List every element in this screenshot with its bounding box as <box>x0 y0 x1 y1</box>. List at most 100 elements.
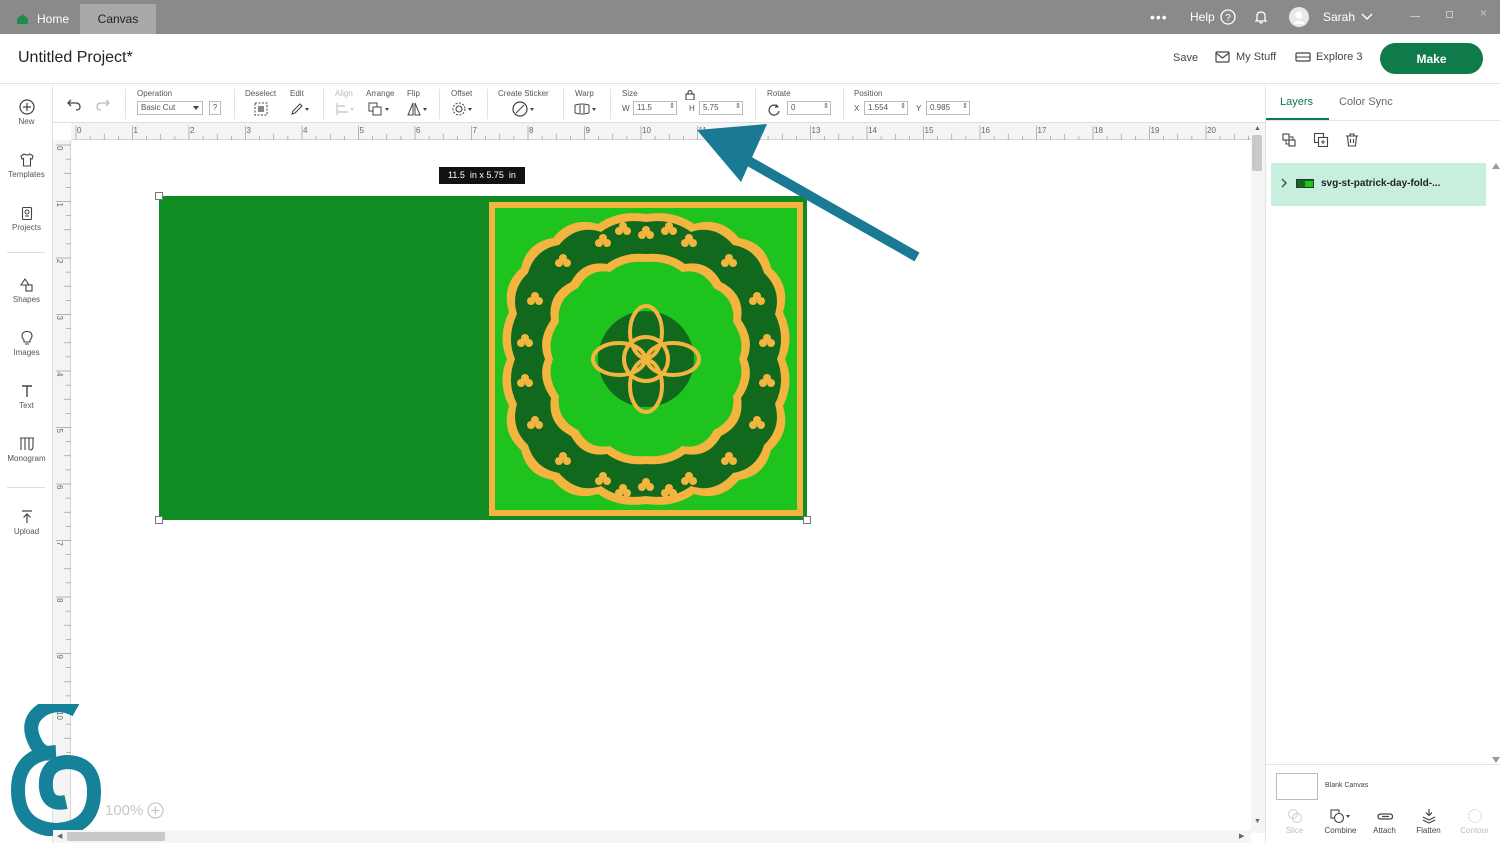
ruler-tick-label: 3 <box>247 126 252 135</box>
ruler-tick-label: 8 <box>55 598 64 603</box>
sidebar-item-templates[interactable]: Templates <box>0 152 53 179</box>
tab-color-sync[interactable]: Color Sync <box>1339 96 1393 108</box>
edit-group[interactable]: Edit <box>290 89 314 121</box>
bell-icon[interactable] <box>1253 9 1269 25</box>
design-canvas[interactable]: 11.5 in x 5.75 in 100% <box>71 124 1251 830</box>
user-menu[interactable]: Sarah <box>1323 10 1373 24</box>
x-position-input[interactable]: 1.554 ⇕ <box>864 101 908 115</box>
tab-layers[interactable]: Layers <box>1280 96 1313 108</box>
warp-label: Warp <box>575 89 594 98</box>
sidebar-item-upload[interactable]: Upload <box>0 509 53 536</box>
help-button[interactable]: Help ? <box>1190 9 1236 25</box>
y-position-input[interactable]: 0.985 ⇕ <box>926 101 970 115</box>
scroll-right-arrow[interactable]: ▶ <box>1239 832 1244 840</box>
sidebar-item-monogram[interactable]: Monogram <box>0 436 53 463</box>
toolbar-separator <box>323 89 324 119</box>
y-label: Y <box>916 104 922 113</box>
group-icon[interactable] <box>1281 132 1297 148</box>
arrange-group[interactable]: Arrange <box>366 89 398 121</box>
blank-canvas-swatch[interactable] <box>1276 773 1318 800</box>
scroll-down-arrow[interactable]: ▼ <box>1254 818 1261 825</box>
close-button[interactable]: × <box>1480 6 1487 20</box>
align-group[interactable]: Align <box>335 89 359 121</box>
undo-icon[interactable] <box>66 97 82 111</box>
scroll-left-arrow[interactable]: ◀ <box>57 832 62 840</box>
sidebar-item-shapes[interactable]: Shapes <box>0 277 53 304</box>
zoom-level[interactable]: 100% <box>105 802 165 819</box>
selection-handle[interactable] <box>155 516 163 524</box>
operation-help-button[interactable]: ? <box>209 101 221 115</box>
flip-group[interactable]: Flip <box>407 89 433 121</box>
vertical-scroll-thumb[interactable] <box>1252 135 1262 171</box>
vertical-scrollbar[interactable]: ▲ ▼ <box>1251 123 1265 833</box>
restore-button[interactable] <box>1446 11 1453 18</box>
clipboard-icon <box>21 206 32 221</box>
ruler-tick-label: 16 <box>981 126 990 135</box>
make-button[interactable]: Make <box>1380 43 1483 74</box>
selection-handle[interactable] <box>155 192 163 200</box>
sidebar-item-images[interactable]: Images <box>0 330 53 357</box>
width-stepper[interactable]: ⇕ <box>669 102 675 110</box>
warp-group[interactable]: Warp <box>574 89 603 121</box>
rotate-stepper[interactable]: ⇕ <box>823 102 829 110</box>
machine-selector[interactable]: Explore 3 <box>1295 51 1362 63</box>
flatten-button[interactable]: Flatten <box>1406 808 1451 835</box>
ruler-tick-label: 6 <box>416 126 421 135</box>
sidebar-label-shapes: Shapes <box>12 295 41 304</box>
redo-icon[interactable] <box>95 97 111 111</box>
ruler-tick-label: 7 <box>55 542 64 547</box>
scroll-up-arrow[interactable]: ▲ <box>1254 125 1261 132</box>
x-stepper[interactable]: ⇕ <box>900 102 906 110</box>
sidebar-item-new[interactable]: New <box>0 99 53 126</box>
panel-scroll-up-icon[interactable] <box>1492 163 1500 169</box>
slice-button[interactable]: Slice <box>1272 808 1317 835</box>
rotate-value: 0 <box>791 103 796 112</box>
ruler-tick-label: 17 <box>1038 126 1047 135</box>
sidebar-label-templates: Templates <box>8 170 45 179</box>
lock-icon[interactable] <box>685 89 695 100</box>
horizontal-scrollbar[interactable]: ◀ ▶ <box>53 830 1251 843</box>
toolbar-separator <box>755 89 756 119</box>
rotate-input[interactable]: 0 ⇕ <box>787 101 831 115</box>
sidebar-item-text[interactable]: Text <box>0 383 53 410</box>
avatar[interactable] <box>1289 7 1309 27</box>
sticker-icon <box>512 101 534 117</box>
height-input[interactable]: 5.75 ⇕ <box>699 101 743 115</box>
minimize-button[interactable] <box>1410 16 1420 17</box>
save-button[interactable]: Save <box>1173 52 1198 64</box>
more-options-icon[interactable]: ••• <box>1150 9 1168 25</box>
horizontal-scroll-thumb[interactable] <box>67 832 165 841</box>
tab-canvas[interactable]: Canvas <box>80 4 156 34</box>
ruler-tick-label: 9 <box>586 126 591 135</box>
operation-select[interactable]: Basic Cut <box>137 101 203 115</box>
deselect-group[interactable]: Deselect <box>245 89 279 121</box>
tab-home[interactable]: Home <box>2 4 83 34</box>
layers-panel: Layers Color Sync svg-st-patrick-day-fol… <box>1265 85 1500 843</box>
sidebar-item-projects[interactable]: Projects <box>0 205 53 232</box>
ruler-tick-label: 0 <box>55 146 64 151</box>
y-value: 0.985 <box>930 103 951 112</box>
paperclip-icon <box>1376 813 1393 820</box>
my-stuff-button[interactable]: My Stuff <box>1215 51 1276 63</box>
zoom-in-icon[interactable] <box>147 802 165 819</box>
combine-button[interactable]: Combine <box>1318 808 1363 835</box>
ruler-tick-label: 5 <box>360 126 365 135</box>
contour-button[interactable]: Contour <box>1452 808 1497 835</box>
height-stepper[interactable]: ⇕ <box>735 102 741 110</box>
y-stepper[interactable]: ⇕ <box>962 102 968 110</box>
duplicate-icon[interactable] <box>1313 132 1329 148</box>
attach-button[interactable]: Attach <box>1362 808 1407 835</box>
create-sticker-group[interactable]: Create Sticker <box>498 89 554 121</box>
project-title[interactable]: Untitled Project* <box>18 49 133 67</box>
height-label: H <box>689 104 695 113</box>
offset-group[interactable]: Offset <box>451 89 481 121</box>
sidebar-label-text: Text <box>19 401 34 410</box>
ruler-tick-label: 8 <box>529 126 534 135</box>
width-input[interactable]: 11.5 ⇕ <box>633 101 677 115</box>
trash-icon[interactable] <box>1344 132 1360 148</box>
selection-handle[interactable] <box>803 516 811 524</box>
panel-scroll-down-icon[interactable] <box>1492 757 1500 763</box>
chevron-right-icon[interactable] <box>1280 178 1288 188</box>
layer-row[interactable]: svg-st-patrick-day-fold-... <box>1271 163 1486 206</box>
ruler-tick-label: 2 <box>190 126 195 135</box>
